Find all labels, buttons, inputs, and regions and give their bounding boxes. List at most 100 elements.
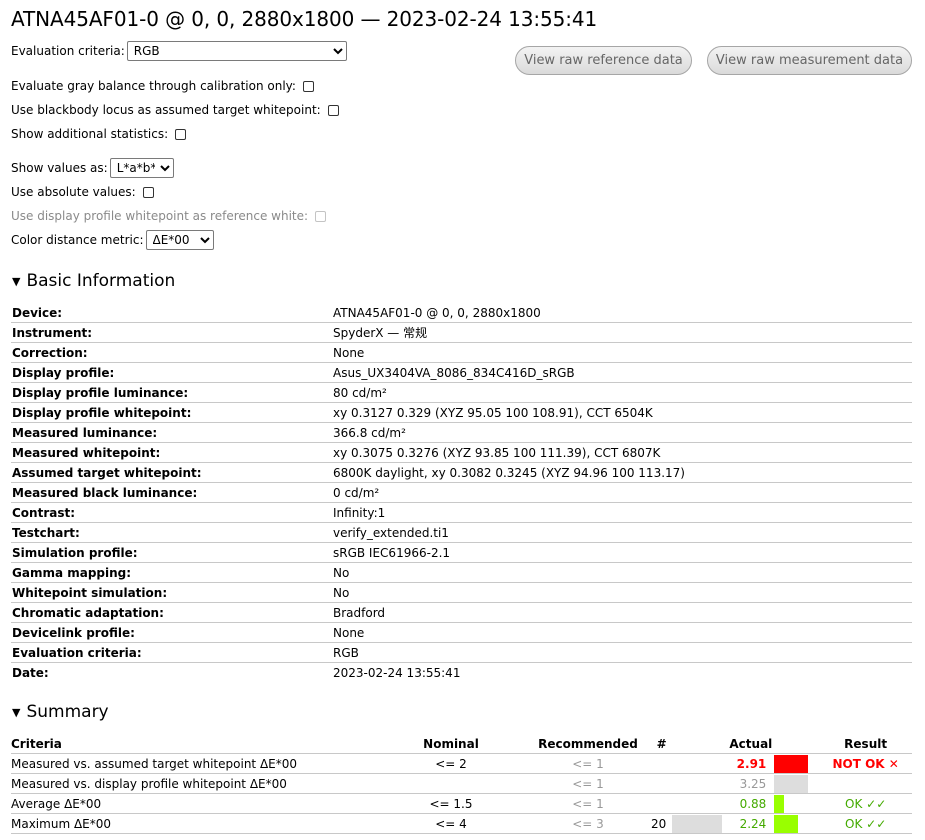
summary-actual: 2.24 xyxy=(722,813,773,834)
info-value: xy 0.3075 0.3276 (XYZ 93.85 100 111.39),… xyxy=(332,442,912,463)
info-value: 2023-02-24 13:55:41 xyxy=(333,665,461,680)
col-count: # xyxy=(651,734,673,754)
summary-nominal xyxy=(377,773,525,794)
summary-row: Measured vs. assumed target whitepoint Δ… xyxy=(11,753,912,774)
basic-info-heading[interactable]: ▼ Basic Information xyxy=(12,271,175,291)
summary-criteria: Maximum ΔE*00 xyxy=(11,813,377,834)
summary-row: Measured vs. display profile whitepoint … xyxy=(11,773,912,794)
summary-criteria: Average ΔE*00 xyxy=(11,793,377,814)
summary-actual-bar xyxy=(772,813,820,834)
info-value: 366.8 cd/m² xyxy=(332,422,912,443)
additional-stats-row: Show additional statistics: xyxy=(11,127,187,141)
info-key: Testchart: xyxy=(11,522,332,543)
info-key: Date: xyxy=(12,665,49,680)
info-key: Device: xyxy=(11,303,332,323)
info-row: Whitepoint simulation: No xyxy=(11,582,912,603)
info-key: Simulation profile: xyxy=(11,542,332,563)
view-raw-reference-button[interactable]: View raw reference data xyxy=(515,46,692,75)
collapse-triangle-icon[interactable]: ▼ xyxy=(12,275,20,288)
show-values-select[interactable]: L*a*b* xyxy=(109,158,174,178)
blackbody-checkbox[interactable] xyxy=(327,104,339,116)
info-row: Measured whitepoint: xy 0.3075 0.3276 (XY… xyxy=(11,442,912,463)
summary-count-bar xyxy=(672,773,723,794)
summary-heading[interactable]: ▼ Summary xyxy=(12,702,109,722)
summary-count-bar xyxy=(672,813,723,834)
col-count-bar xyxy=(672,734,723,754)
summary-criteria: Measured vs. assumed target whitepoint Δ… xyxy=(11,753,377,774)
summary-result: OK ✓✓ xyxy=(819,813,912,834)
summary-recommended: <= 1 xyxy=(525,753,651,774)
count-bar xyxy=(672,814,723,833)
summary-actual: 0.88 xyxy=(722,793,773,814)
info-key: Evaluation criteria: xyxy=(11,642,332,663)
blackbody-label: Use blackbody locus as assumed target wh… xyxy=(11,103,321,117)
info-key: Measured luminance: xyxy=(11,422,332,443)
absolute-values-checkbox[interactable] xyxy=(142,186,154,198)
actual-bar xyxy=(774,814,799,833)
info-row: Gamma mapping: No xyxy=(11,562,912,583)
summary-recommended: <= 1 xyxy=(525,773,651,794)
info-value: sRGB IEC61966-2.1 xyxy=(332,542,912,563)
info-value: 6800K daylight, xy 0.3082 0.3245 (XYZ 94… xyxy=(332,462,912,483)
info-value: Asus_UX3404VA_8086_834C416D_sRGB xyxy=(332,362,912,383)
summary-criteria: Measured vs. display profile whitepoint … xyxy=(11,773,377,794)
info-value: No xyxy=(332,562,912,583)
gray-balance-row: Evaluate gray balance through calibratio… xyxy=(11,79,314,93)
info-key: Instrument: xyxy=(11,322,332,343)
info-row: Testchart: verify_extended.ti1 xyxy=(11,522,912,543)
summary-header-row: Criteria Nominal Recommended # Actual Re… xyxy=(11,734,912,754)
info-value: RGB xyxy=(332,642,912,663)
summary-actual-bar xyxy=(772,793,820,814)
info-value: None xyxy=(332,622,912,643)
info-row: Chromatic adaptation: Bradford xyxy=(11,602,912,623)
summary-count xyxy=(651,773,673,794)
info-key: Correction: xyxy=(11,342,332,363)
absolute-values-label: Use absolute values: xyxy=(11,185,136,199)
info-key: Gamma mapping: xyxy=(11,562,332,583)
evaluation-criteria-select[interactable]: RGB xyxy=(126,41,347,61)
summary-table: Criteria Nominal Recommended # Actual Re… xyxy=(11,734,912,834)
summary-row: Maximum ΔE*00 <= 4 <= 3 20 2.24 OK ✓✓ xyxy=(11,813,912,834)
info-key: Measured black luminance: xyxy=(11,482,332,503)
info-row: Correction: None xyxy=(11,342,912,363)
info-row: Devicelink profile: None xyxy=(11,622,912,643)
blackbody-row: Use blackbody locus as assumed target wh… xyxy=(11,103,339,117)
summary-count xyxy=(651,793,673,814)
info-value: Infinity:1 xyxy=(332,502,912,523)
info-row: Measured luminance: 366.8 cd/m² xyxy=(11,422,912,443)
info-key: Display profile luminance: xyxy=(11,382,332,403)
info-row: Display profile: Asus_UX3404VA_8086_834C4… xyxy=(11,362,912,383)
summary-result: OK ✓✓ xyxy=(819,793,912,814)
summary-count: 20 xyxy=(651,813,673,834)
info-key: Contrast: xyxy=(11,502,332,523)
summary-result xyxy=(819,773,912,794)
view-raw-measurement-button[interactable]: View raw measurement data xyxy=(707,46,912,75)
info-key: Display profile whitepoint: xyxy=(11,402,332,423)
basic-info-table: Device: ATNA45AF01-0 @ 0, 0, 2880x1800 Ins… xyxy=(11,303,912,682)
summary-title: Summary xyxy=(26,702,109,722)
summary-actual: 2.91 xyxy=(722,753,773,774)
col-nominal: Nominal xyxy=(377,734,525,754)
color-distance-select[interactable]: ΔE*00 xyxy=(145,230,214,250)
info-row: Contrast: Infinity:1 xyxy=(11,502,912,523)
info-row: Evaluation criteria: RGB xyxy=(11,642,912,663)
info-key: Measured whitepoint: xyxy=(11,442,332,463)
info-row: Device: ATNA45AF01-0 @ 0, 0, 2880x1800 xyxy=(11,303,912,323)
info-value: verify_extended.ti1 xyxy=(332,522,912,543)
actual-bar xyxy=(774,754,809,773)
summary-actual: 3.25 xyxy=(722,773,773,794)
gray-balance-checkbox[interactable] xyxy=(302,80,314,92)
summary-count-bar xyxy=(672,793,723,814)
evaluation-criteria-label: Evaluation criteria: xyxy=(11,44,125,58)
summary-recommended: <= 1 xyxy=(525,793,651,814)
summary-count xyxy=(651,753,673,774)
summary-row: Average ΔE*00 <= 1.5 <= 1 0.88 OK ✓✓ xyxy=(11,793,912,814)
col-recommended: Recommended xyxy=(525,734,651,754)
profile-whitepoint-row: Use display profile whitepoint as refere… xyxy=(11,209,327,223)
additional-stats-checkbox[interactable] xyxy=(175,128,187,140)
info-value: None xyxy=(332,342,912,363)
evaluation-criteria-row: Evaluation criteria: RGB xyxy=(11,41,347,61)
collapse-triangle-icon[interactable]: ▼ xyxy=(12,706,20,719)
info-row: Simulation profile: sRGB IEC61966-2.1 xyxy=(11,542,912,563)
actual-bar xyxy=(774,774,809,793)
